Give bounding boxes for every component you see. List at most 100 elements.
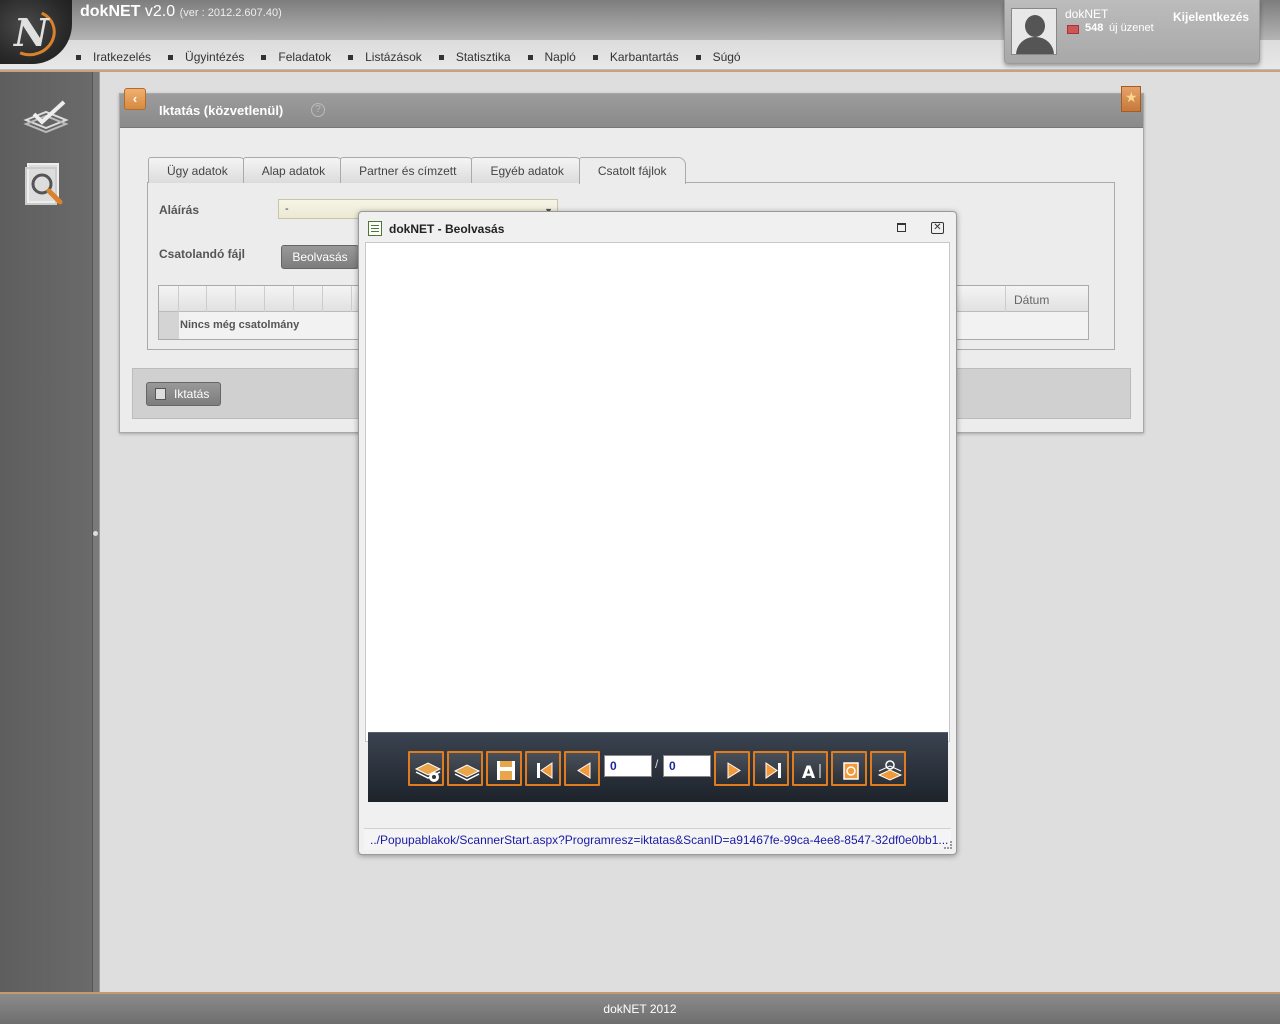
nav-label: Listázások bbox=[365, 50, 422, 64]
tab-egyeb-adatok[interactable]: Egyéb adatok bbox=[471, 157, 583, 183]
page-separator: / bbox=[655, 757, 659, 771]
nav-label: Statisztika bbox=[455, 50, 511, 64]
nav-item-listazasok[interactable]: Listázások bbox=[348, 50, 422, 64]
window-icon-line bbox=[371, 228, 379, 229]
grid-column[interactable] bbox=[959, 286, 1006, 312]
save-scan-button[interactable] bbox=[486, 751, 522, 786]
message-count[interactable]: 548 bbox=[1085, 22, 1103, 34]
nav-label: Ügyintézés bbox=[185, 50, 245, 64]
nav-item-naplo[interactable]: Napló bbox=[527, 50, 576, 64]
scan-toolbar: 0 / 0 A bbox=[368, 732, 948, 802]
previous-page-icon bbox=[577, 762, 591, 779]
tab-ugy-adatok[interactable]: Ügy adatok bbox=[148, 157, 247, 183]
nav-label: Súgó bbox=[712, 50, 741, 64]
user-name: dokNET bbox=[1065, 7, 1109, 21]
delete-page-button[interactable] bbox=[831, 751, 867, 786]
tab-partner-es-cimzett[interactable]: Partner és címzett bbox=[340, 157, 476, 183]
nav-label: Feladatok bbox=[278, 50, 332, 64]
favorite-icon[interactable]: ★ bbox=[1121, 86, 1141, 112]
scan-preview-canvas bbox=[365, 242, 950, 742]
nav-bullet-icon bbox=[76, 54, 81, 60]
scanner-icon bbox=[453, 764, 481, 781]
nav-bullet-icon bbox=[261, 54, 267, 60]
next-page-button[interactable] bbox=[714, 751, 750, 786]
avatar-body bbox=[1016, 37, 1054, 54]
grid-date-header[interactable]: Dátum bbox=[1014, 293, 1049, 307]
next-page-icon bbox=[727, 762, 741, 779]
nav-item-ugyintezes[interactable]: Ügyintézés bbox=[168, 50, 244, 64]
popup-titlebar[interactable]: dokNET - Beolvasás ✕ bbox=[359, 212, 956, 242]
grid-column[interactable] bbox=[323, 286, 352, 312]
delete-all-button[interactable] bbox=[870, 751, 906, 786]
nav-bullet-icon bbox=[695, 54, 701, 60]
text-recognition-icon: A bbox=[802, 763, 821, 783]
back-button[interactable]: ‹ bbox=[124, 88, 146, 110]
nav-item-iratkezeles[interactable]: Iratkezelés bbox=[76, 50, 151, 64]
recycle-icon bbox=[843, 762, 859, 780]
current-page-input[interactable]: 0 bbox=[604, 755, 652, 777]
scan-popup-window: dokNET - Beolvasás ✕ 0 / 0 A ../Popupabl… bbox=[358, 211, 957, 855]
panel-title: Iktatás (közvetlenül) bbox=[159, 103, 284, 118]
mail-icon bbox=[1067, 25, 1079, 34]
help-icon[interactable]: ? bbox=[311, 103, 325, 117]
app-name: dokNET bbox=[80, 3, 141, 20]
logout-link[interactable]: Kijelentkezés bbox=[1173, 10, 1249, 24]
window-icon-line bbox=[371, 225, 379, 226]
last-page-icon bbox=[765, 762, 781, 779]
message-label[interactable]: új üzenet bbox=[1109, 22, 1154, 34]
ocr-text-button[interactable]: A bbox=[792, 751, 828, 786]
grid-empty-message: Nincs még csatolmány bbox=[180, 319, 300, 331]
grid-column[interactable] bbox=[179, 286, 207, 312]
nav-item-karbantartas[interactable]: Karbantartás bbox=[592, 50, 679, 64]
svg-text:A: A bbox=[802, 763, 816, 783]
star-icon: ★ bbox=[1125, 89, 1138, 105]
app-build: (ver : 2012.2.607.40) bbox=[179, 7, 282, 19]
nav-label: Karbantartás bbox=[609, 50, 679, 64]
nav-bullet-icon bbox=[168, 54, 174, 60]
last-page-button[interactable] bbox=[753, 751, 789, 786]
nav-item-feladatok[interactable]: Feladatok bbox=[261, 50, 331, 64]
scan-document-button[interactable] bbox=[447, 751, 483, 786]
signature-value: - bbox=[285, 203, 289, 215]
floppy-save-icon bbox=[497, 761, 515, 780]
close-icon[interactable]: ✕ bbox=[931, 222, 944, 234]
save-iktatas-button[interactable]: Iktatás bbox=[146, 382, 221, 406]
resize-grip-icon[interactable] bbox=[944, 841, 952, 849]
logo-letter: N bbox=[14, 10, 49, 55]
tab-bar: Ügy adatok Alap adatok Partner és címzet… bbox=[148, 157, 686, 184]
popup-title: dokNET - Beolvasás bbox=[389, 222, 505, 236]
app-version: v2.0 bbox=[144, 3, 176, 20]
avatar[interactable] bbox=[1011, 8, 1057, 55]
registry-icon[interactable] bbox=[22, 90, 70, 138]
previous-page-button[interactable] bbox=[564, 751, 600, 786]
grid-column[interactable] bbox=[207, 286, 236, 312]
grid-column[interactable] bbox=[265, 286, 294, 312]
nav-label: Iratkezelés bbox=[93, 50, 152, 64]
first-page-button[interactable] bbox=[525, 751, 561, 786]
avatar-head bbox=[1025, 15, 1045, 37]
splitter-handle[interactable] bbox=[93, 531, 98, 536]
save-iktatas-label: Iktatás bbox=[174, 387, 210, 401]
nav-item-statisztika[interactable]: Statisztika bbox=[438, 50, 511, 64]
grid-column[interactable] bbox=[159, 286, 179, 312]
tab-csatolt-fajlok[interactable]: Csatolt fájlok bbox=[578, 157, 686, 184]
total-pages-input[interactable]: 0 bbox=[663, 755, 711, 777]
nav-bullet-icon bbox=[592, 54, 598, 60]
panel-header: Iktatás (közvetlenül) ? bbox=[120, 94, 1143, 128]
maximize-icon[interactable] bbox=[897, 223, 906, 232]
first-page-icon bbox=[537, 762, 553, 779]
tab-alap-adatok[interactable]: Alap adatok bbox=[242, 157, 345, 183]
scanner-settings-button[interactable] bbox=[408, 751, 444, 786]
grid-row-header bbox=[159, 312, 179, 339]
document-search-icon[interactable] bbox=[22, 160, 70, 208]
nav-item-sugo[interactable]: Súgó bbox=[695, 50, 741, 64]
footer-text: dokNET 2012 bbox=[603, 1002, 677, 1016]
main-nav: Iratkezelés Ügyintézés Feladatok Listázá… bbox=[76, 50, 758, 64]
scan-button[interactable]: Beolvasás bbox=[281, 245, 359, 269]
grid-column[interactable] bbox=[294, 286, 323, 312]
window-icon bbox=[368, 221, 382, 236]
status-url: ../Popupablakok/ScannerStart.aspx?Progra… bbox=[364, 828, 951, 850]
attach-file-label: Csatolandó fájl bbox=[159, 247, 246, 261]
grid-column[interactable] bbox=[236, 286, 265, 312]
app-title: dokNET v2.0 (ver : 2012.2.607.40) bbox=[80, 3, 282, 21]
